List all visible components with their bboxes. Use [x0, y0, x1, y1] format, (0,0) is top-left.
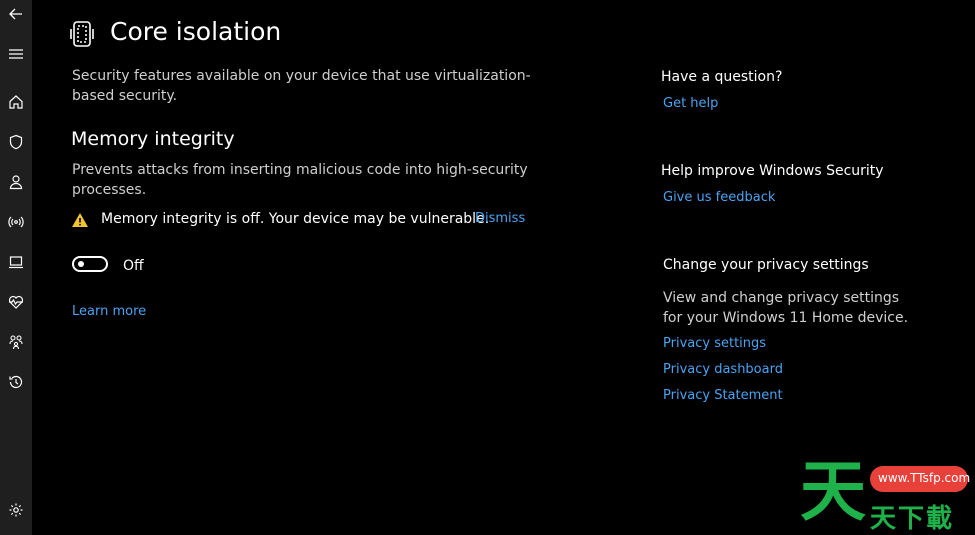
privacy-heading: Change your privacy settings — [663, 257, 869, 273]
memory-integrity-title: Memory integrity — [71, 128, 235, 150]
watermark-text: 天下載 — [870, 504, 955, 534]
dismiss-link[interactable]: Dismiss — [475, 211, 525, 226]
protection-history-icon[interactable] — [4, 370, 28, 394]
learn-more-link[interactable]: Learn more — [72, 304, 146, 319]
question-heading: Have a question? — [661, 69, 783, 85]
device-health-icon[interactable] — [4, 290, 28, 314]
page-description: Security features available on your devi… — [72, 68, 531, 104]
privacy-statement-link[interactable]: Privacy Statement — [663, 388, 783, 403]
app-browser-control-icon[interactable] — [4, 250, 28, 274]
settings-gear-icon[interactable] — [4, 498, 28, 522]
shield-icon[interactable] — [4, 130, 28, 154]
sidebar — [0, 0, 32, 535]
account-icon[interactable] — [4, 170, 28, 194]
watermark-url: www.TTsfp.com — [878, 471, 971, 485]
page-title: Core isolation — [110, 17, 282, 46]
toggle-state-label: Off — [123, 258, 144, 274]
privacy-settings-link[interactable]: Privacy settings — [663, 336, 766, 351]
watermark-big-glyph: 天 — [800, 453, 866, 530]
back-arrow-icon[interactable] — [4, 2, 28, 26]
home-icon[interactable] — [4, 90, 28, 114]
warning-icon — [72, 213, 88, 227]
family-options-icon[interactable] — [4, 330, 28, 354]
toggle-knob — [78, 261, 84, 267]
watermark-logo: 天 www.TTsfp.com 天下載 — [800, 456, 972, 535]
memory-integrity-description: Prevents attacks from inserting maliciou… — [72, 162, 528, 198]
improve-heading: Help improve Windows Security — [661, 163, 884, 179]
privacy-dashboard-link[interactable]: Privacy dashboard — [663, 362, 783, 377]
core-isolation-icon — [70, 21, 94, 47]
feedback-link[interactable]: Give us feedback — [663, 190, 775, 205]
menu-icon[interactable] — [4, 42, 28, 66]
memory-integrity-warning: Memory integrity is off. Your device may… — [101, 211, 490, 227]
get-help-link[interactable]: Get help — [663, 96, 718, 111]
privacy-description: View and change privacy settings for you… — [663, 290, 909, 326]
firewall-network-icon[interactable] — [4, 210, 28, 234]
memory-integrity-toggle[interactable] — [72, 256, 108, 272]
